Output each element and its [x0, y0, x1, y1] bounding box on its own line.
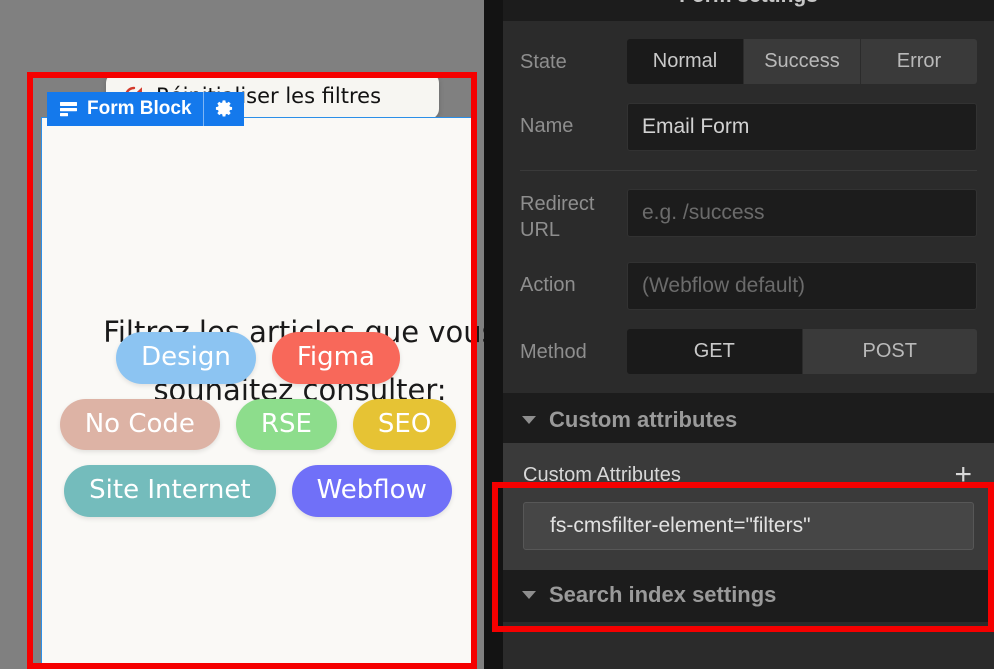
state-label: State	[520, 51, 567, 73]
filter-pill-webflow[interactable]: Webflow	[291, 465, 452, 518]
custom-attributes-list-label: Custom Attributes	[523, 463, 681, 486]
filter-pill-seo[interactable]: SEO	[352, 398, 457, 451]
method-segmented-control[interactable]: GET POST	[627, 329, 977, 374]
method-row: Method GET POST	[520, 329, 977, 374]
search-index-section-header[interactable]: Search index settings	[503, 570, 994, 622]
name-row: Name Email Form	[520, 103, 977, 151]
redirect-url-input[interactable]: e.g. /success	[627, 189, 977, 237]
form-block-badge-main[interactable]: Form Block	[47, 98, 203, 120]
filter-pill-site-internet[interactable]: Site Internet	[64, 465, 276, 518]
action-label: Action	[520, 274, 576, 296]
redirect-url-label: Redirect URL	[520, 193, 595, 241]
name-label: Name	[520, 115, 574, 137]
custom-attributes-section-title: Custom attributes	[549, 407, 738, 432]
redirect-url-row: Redirect URL e.g. /success	[520, 189, 977, 243]
name-input[interactable]: Email Form	[627, 103, 977, 151]
chevron-down-icon	[522, 591, 536, 599]
form-block-selection-badge[interactable]: Form Block	[47, 92, 244, 126]
settings-panel-inner: Form settings State Normal Success Error…	[503, 0, 994, 669]
add-attribute-button[interactable]: +	[952, 460, 974, 490]
chevron-down-icon	[522, 416, 536, 424]
state-option-normal[interactable]: Normal	[627, 39, 744, 84]
state-option-error[interactable]: Error	[861, 39, 977, 84]
method-option-get[interactable]: GET	[627, 329, 803, 374]
custom-attributes-section-header[interactable]: Custom attributes	[503, 393, 994, 443]
action-input[interactable]: (Webflow default)	[627, 262, 977, 310]
form-block-settings-button[interactable]	[204, 99, 244, 119]
state-segmented-control[interactable]: Normal Success Error	[627, 39, 977, 84]
state-row: State Normal Success Error	[520, 39, 977, 84]
filter-pill-figma[interactable]: Figma	[271, 332, 400, 384]
designer-canvas[interactable]: Réinitialiser les filtres Filtrez les ar…	[0, 0, 484, 669]
action-row: Action (Webflow default)	[520, 262, 977, 310]
filter-pill-no-code[interactable]: No Code	[59, 398, 220, 451]
filter-pill-rse[interactable]: RSE	[235, 398, 337, 451]
custom-attributes-header-row: Custom Attributes +	[523, 460, 974, 490]
filter-pill-list: Design Figma No Code RSE SEO Site Intern…	[56, 332, 460, 518]
form-action-fields: Redirect URL e.g. /success Action (Webfl…	[503, 171, 994, 374]
state-option-success[interactable]: Success	[744, 39, 861, 84]
method-option-post[interactable]: POST	[802, 329, 977, 374]
panel-title: Form settings	[503, 0, 994, 8]
form-lines-icon	[60, 102, 77, 117]
form-settings-fields: State Normal Success Error Name Email Fo…	[503, 21, 994, 151]
panel-title-bar: Form settings	[503, 0, 994, 21]
method-label: Method	[520, 341, 587, 363]
search-index-section-title: Search index settings	[549, 582, 777, 607]
settings-panel: Form settings State Normal Success Error…	[484, 0, 994, 669]
custom-attribute-item[interactable]: fs-cmsfilter-element="filters"	[523, 502, 974, 550]
filter-pill-design[interactable]: Design	[116, 332, 256, 384]
screenshot-root: Réinitialiser les filtres Filtrez les ar…	[0, 0, 994, 669]
custom-attributes-box: Custom Attributes + fs-cmsfilter-element…	[503, 443, 994, 570]
gear-icon	[215, 100, 232, 117]
form-block-badge-label: Form Block	[87, 98, 192, 119]
